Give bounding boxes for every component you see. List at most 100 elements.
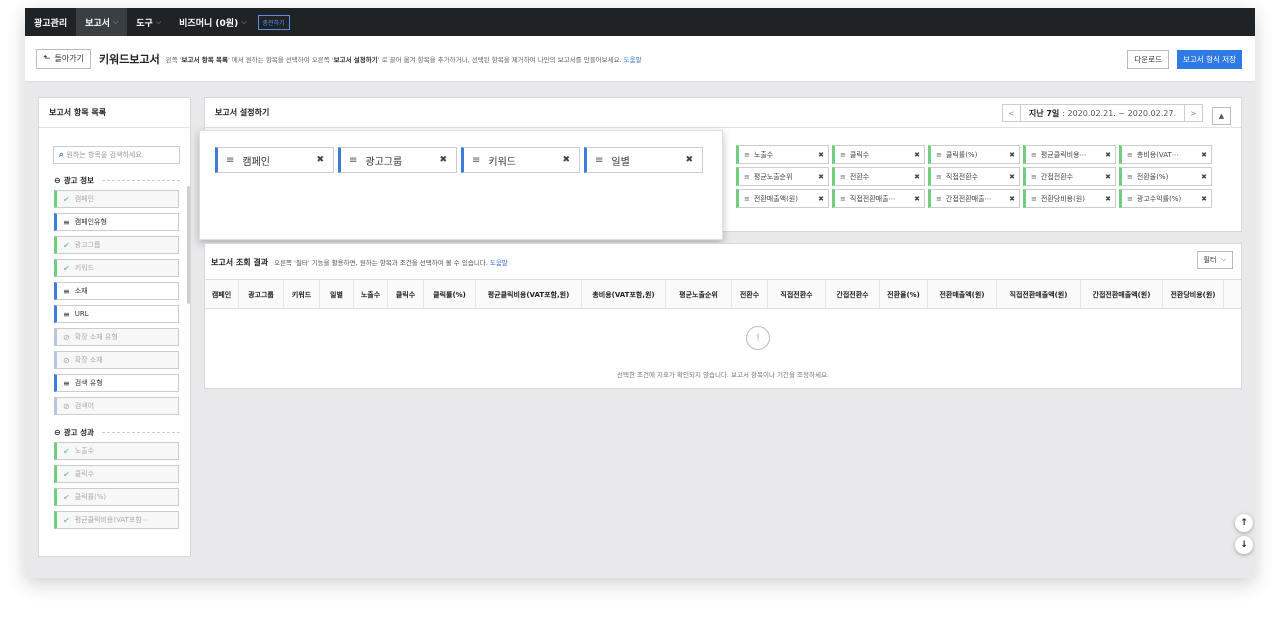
metric-chip[interactable]: ≡ 직접전환수 ✖ <box>928 167 1020 186</box>
close-icon[interactable]: ✖ <box>685 155 693 165</box>
metric-chip[interactable]: ≡ 클릭률(%) ✖ <box>928 145 1020 164</box>
column-header[interactable]: 노출수 <box>354 280 388 309</box>
metric-chip[interactable]: ≡ 전환율(%) ✖ <box>1119 167 1212 186</box>
metric-chip[interactable]: ≡ 전환매출액(원) ✖ <box>736 189 829 208</box>
filter-dropdown[interactable]: 필터 ⌵ <box>1196 251 1233 269</box>
column-header[interactable]: 직접전환수 <box>768 280 826 309</box>
close-icon[interactable]: ✖ <box>1103 172 1111 181</box>
close-icon[interactable]: ✖ <box>1199 172 1207 181</box>
report-item[interactable]: ✔ 클릭수 <box>54 465 179 483</box>
report-item[interactable]: ✔ 키워드 <box>54 259 179 277</box>
column-header[interactable]: 전환율(%) <box>880 280 928 309</box>
close-icon[interactable]: ✖ <box>912 194 920 203</box>
charge-button[interactable]: 충전하기 <box>257 14 290 30</box>
close-icon[interactable]: ✖ <box>912 172 920 181</box>
nav-item-3[interactable]: 비즈머니 (0원) ⌵ <box>170 8 255 36</box>
scroll-top-button[interactable]: ↑ <box>1235 514 1253 532</box>
column-header[interactable]: 캠페인 <box>205 280 239 309</box>
close-icon[interactable]: ✖ <box>1199 194 1207 203</box>
report-item-label: 평균클릭비용(VAT포함⋯ <box>74 516 149 524</box>
metric-chip-label: 평균노출순위 <box>753 172 793 181</box>
close-icon[interactable]: ✖ <box>1103 150 1111 159</box>
metric-chip[interactable]: ≡ 총비용(VAT⋯ ✖ <box>1119 145 1212 164</box>
report-item[interactable]: ⊘ 확장 소재 유형 <box>54 328 179 346</box>
column-header[interactable]: 전환매출액(원) <box>928 280 997 309</box>
close-icon[interactable]: ✖ <box>816 150 824 159</box>
metric-chip[interactable]: ≡ 평균노출순위 ✖ <box>736 167 829 186</box>
close-icon[interactable]: ✖ <box>1199 150 1207 159</box>
collapse-circle-icon[interactable]: ⊖ <box>54 176 61 185</box>
column-header[interactable]: 총비용(VAT포함,원) <box>582 280 666 309</box>
close-icon[interactable]: ✖ <box>1007 194 1015 203</box>
metric-chip[interactable]: ≡ 클릭수 ✖ <box>832 145 925 164</box>
metric-chip[interactable]: ≡ 직접전환매출⋯ ✖ <box>832 189 925 208</box>
report-item-label: 검색 유형 <box>74 379 103 387</box>
column-header[interactable]: 간접전환매출액(원) <box>1081 280 1163 309</box>
metric-chip[interactable]: ≡ 전환수 ✖ <box>832 167 925 186</box>
nav-item-0[interactable]: 광고관리 <box>25 8 76 36</box>
help-link[interactable]: 도움말 <box>624 54 642 64</box>
metric-chip[interactable]: ≡ 평균클릭비용⋯ ✖ <box>1023 145 1116 164</box>
metric-chip[interactable]: ≡ 전환당비용(원) ✖ <box>1023 189 1116 208</box>
back-button[interactable]: ⬑ 돌아가기 <box>36 48 91 69</box>
column-header[interactable]: 전환수 <box>732 280 768 309</box>
prev-period-button[interactable]: < <box>1003 105 1020 121</box>
dimension-chip[interactable]: ≡ 키워드 ✖ <box>461 147 580 173</box>
date-range-display[interactable]: 지난 7일 : 2020.02.21. ~ 2020.02.27. <box>1019 105 1185 121</box>
close-icon[interactable]: ✖ <box>1007 172 1015 181</box>
results-help-link[interactable]: 도움말 <box>490 257 508 267</box>
collapse-circle-icon[interactable]: ⊖ <box>54 428 61 437</box>
close-icon[interactable]: ✖ <box>816 172 824 181</box>
close-icon[interactable]: ✖ <box>1007 150 1015 159</box>
column-header[interactable]: 키워드 <box>284 280 320 309</box>
column-header[interactable]: 광고그룹 <box>239 280 284 309</box>
column-header[interactable]: 전환당비용(원) <box>1163 280 1224 309</box>
drag-handle-icon: ≡ <box>1031 194 1037 203</box>
scrollbar-thumb[interactable] <box>187 186 190 304</box>
report-item[interactable]: ≡ 소재 <box>54 282 179 300</box>
close-icon[interactable]: ✖ <box>316 155 324 165</box>
dimension-chip[interactable]: ≡ 일별 ✖ <box>584 147 703 173</box>
dimension-chip[interactable]: ≡ 캠페인 ✖ <box>215 147 334 173</box>
column-header[interactable]: 직접전환매출액(원) <box>997 280 1081 309</box>
close-icon[interactable]: ✖ <box>816 194 824 203</box>
column-header[interactable]: 간접전환수 <box>826 280 880 309</box>
save-format-button[interactable]: 보고서 형식 저장 <box>1176 50 1242 69</box>
item-search-input[interactable]: ⌕ 원하는 항목을 검색하세요. <box>53 146 180 164</box>
dimension-chip[interactable]: ≡ 광고그룹 ✖ <box>338 147 457 173</box>
collapse-button[interactable]: ▲ <box>1212 107 1231 125</box>
report-item[interactable]: ✔ 광고그룹 <box>54 236 179 254</box>
nav-item-1[interactable]: 보고서 ⌵ <box>76 8 128 36</box>
close-icon[interactable]: ✖ <box>1103 194 1111 203</box>
metric-chip[interactable]: ≡ 광고수익률(%) ✖ <box>1119 189 1212 208</box>
nav-item-2[interactable]: 도구 ⌵ <box>127 8 170 36</box>
chevron-down-icon: ⌵ <box>112 17 119 26</box>
column-header[interactable]: 평균클릭비용(VAT포함,원) <box>476 280 582 309</box>
close-icon[interactable]: ✖ <box>562 155 570 165</box>
page-title: 키워드보고서 <box>98 52 160 66</box>
close-icon[interactable]: ✖ <box>912 150 920 159</box>
report-item[interactable]: ✔ 노출수 <box>54 442 179 460</box>
report-item[interactable]: ✔ 캠페인 <box>54 190 179 208</box>
column-header[interactable]: 클릭수 <box>388 280 424 309</box>
next-period-button[interactable]: > <box>1185 105 1202 121</box>
report-item[interactable]: ⊘ 확장 소재 <box>54 351 179 369</box>
report-item[interactable]: ✔ 평균클릭비용(VAT포함⋯ <box>54 511 179 529</box>
close-icon[interactable]: ✖ <box>439 155 447 165</box>
metric-chip-label: 클릭수 <box>849 150 870 159</box>
report-item[interactable]: ≡ URL <box>54 305 179 323</box>
report-item[interactable]: ✔ 클릭률(%) <box>54 488 179 506</box>
report-item[interactable]: ≡ 검색 유형 <box>54 374 179 392</box>
metric-chip[interactable]: ≡ 간접전환매출⋯ ✖ <box>928 189 1020 208</box>
download-button[interactable]: 다운로드 <box>1127 50 1169 69</box>
column-header[interactable]: 일별 <box>320 280 354 309</box>
nav-item-label: 광고관리 <box>34 18 68 29</box>
metric-chip[interactable]: ≡ 노출수 ✖ <box>736 145 829 164</box>
column-header[interactable]: 클릭률(%) <box>424 280 476 309</box>
report-item[interactable]: ≡ 캠페인유형 <box>54 213 179 231</box>
scroll-bottom-button[interactable]: ↓ <box>1235 536 1253 554</box>
column-header[interactable]: 평균노출순위 <box>666 280 732 309</box>
report-item[interactable]: ⊘ 검색어 <box>54 397 179 415</box>
metric-chip[interactable]: ≡ 간접전환수 ✖ <box>1023 167 1116 186</box>
section-header: ⊖ 광고 정보 <box>39 172 190 188</box>
